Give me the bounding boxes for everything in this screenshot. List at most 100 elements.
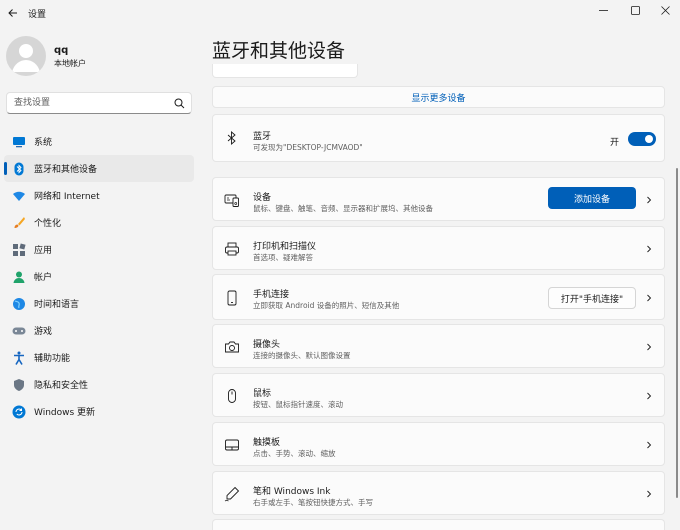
sidebar-item-apps[interactable]: 应用 bbox=[4, 236, 194, 263]
accessibility-icon bbox=[12, 351, 26, 365]
sidebar-item-label: 游戏 bbox=[34, 327, 53, 337]
sidebar-item-label: 个性化 bbox=[34, 219, 62, 229]
chevron-right-icon bbox=[647, 490, 652, 498]
touchpad-icon bbox=[224, 437, 240, 453]
title-bar: 设置 bbox=[0, 0, 680, 28]
chevron-right-icon bbox=[647, 392, 652, 400]
close-icon bbox=[660, 5, 670, 15]
card-subtitle: 按钮、鼠标指针速度、滚动 bbox=[253, 400, 343, 409]
sidebar-item-system[interactable]: 系统 bbox=[4, 128, 194, 155]
card-title: 打印机和扫描仪 bbox=[253, 242, 317, 252]
card-subtitle: 点击、手势、滚动、缩放 bbox=[253, 449, 336, 458]
scrollbar[interactable] bbox=[676, 168, 678, 498]
sidebar-item-label: 帐户 bbox=[34, 273, 53, 283]
sidebar-item-network[interactable]: 网络和 Internet bbox=[4, 182, 194, 209]
apps-icon bbox=[12, 242, 26, 257]
user-name: qq bbox=[54, 45, 69, 56]
gamepad-icon bbox=[12, 324, 26, 338]
minimize-icon bbox=[598, 9, 608, 11]
camera-icon bbox=[224, 339, 240, 355]
card-title: 设备 bbox=[253, 193, 272, 203]
bluetooth-icon bbox=[224, 130, 240, 146]
bluetooth-card: 蓝牙 可发现为"DESKTOP-JCMVAOD" 开 bbox=[212, 114, 665, 162]
card-subtitle: 鼠标、键盘、触笔、音频、显示器和扩展坞、其他设备 bbox=[253, 204, 433, 213]
sidebar-item-label: Windows 更新 bbox=[34, 408, 96, 418]
sidebar-item-label: 应用 bbox=[34, 246, 53, 256]
bluetooth-icon bbox=[12, 162, 26, 176]
toggle-state-label: 开 bbox=[610, 138, 620, 148]
sidebar-item-accessibility[interactable]: 辅助功能 bbox=[4, 344, 194, 371]
search-icon[interactable] bbox=[174, 98, 185, 109]
card-subtitle: 连接的摄像头、默认图像设置 bbox=[253, 351, 351, 360]
sidebar-item-personalization[interactable]: 个性化 bbox=[4, 209, 194, 236]
card-subtitle: 右手或左手、笔按钮快捷方式、手写 bbox=[253, 498, 373, 507]
person-icon bbox=[12, 44, 40, 72]
sidebar-item-label: 时间和语言 bbox=[34, 300, 80, 310]
bluetooth-toggle[interactable] bbox=[628, 132, 656, 146]
minimize-button[interactable] bbox=[588, 0, 618, 20]
chevron-right-icon bbox=[647, 294, 652, 302]
devices-card[interactable]: 设备 鼠标、键盘、触笔、音频、显示器和扩展坞、其他设备 添加设备 bbox=[212, 177, 665, 221]
card-title: 鼠标 bbox=[253, 389, 272, 399]
phone-link-card[interactable]: 手机连接 立即获取 Android 设备的照片、短信及其他 打开"手机连接" bbox=[212, 274, 665, 320]
chevron-right-icon bbox=[647, 441, 652, 449]
chevron-right-icon bbox=[647, 245, 652, 253]
close-button[interactable] bbox=[650, 0, 680, 20]
sidebar-item-label: 隐私和安全性 bbox=[34, 381, 89, 391]
back-button[interactable] bbox=[4, 4, 22, 22]
pen-ink-card[interactable]: 笔和 Windows Ink 右手或左手、笔按钮快捷方式、手写 bbox=[212, 471, 665, 515]
sidebar-nav: 系统 蓝牙和其他设备 网络和 Internet 个性化 应用 帐户 时间和语言 … bbox=[4, 128, 194, 425]
sidebar-item-label: 系统 bbox=[34, 138, 53, 148]
touchpad-card[interactable]: 触摸板 点击、手势、滚动、缩放 bbox=[212, 422, 665, 466]
sidebar-item-gaming[interactable]: 游戏 bbox=[4, 317, 194, 344]
printers-card[interactable]: 打印机和扫描仪 首选项、疑难解答 bbox=[212, 226, 665, 270]
card-subtitle: 可发现为"DESKTOP-JCMVAOD" bbox=[253, 143, 363, 152]
mouse-card[interactable]: 鼠标 按钮、鼠标指针速度、滚动 bbox=[212, 373, 665, 417]
brush-icon bbox=[12, 216, 26, 230]
arrow-left-icon bbox=[8, 9, 17, 17]
show-more-devices-link[interactable]: 显示更多设备 bbox=[212, 86, 665, 108]
window-title: 设置 bbox=[28, 10, 47, 20]
account-type: 本地帐户 bbox=[54, 59, 86, 68]
chevron-right-icon bbox=[647, 196, 652, 204]
user-profile[interactable]: qq 本地帐户 bbox=[6, 36, 196, 78]
page-title: 蓝牙和其他设备 bbox=[212, 40, 346, 62]
card-title: 手机连接 bbox=[253, 290, 290, 300]
sidebar-item-privacy[interactable]: 隐私和安全性 bbox=[4, 371, 194, 398]
card-subtitle: 首选项、疑难解答 bbox=[253, 253, 313, 262]
card-title: 触摸板 bbox=[253, 438, 281, 448]
card-title: 蓝牙 bbox=[253, 132, 272, 142]
monitor-icon bbox=[12, 135, 26, 149]
sidebar-item-time-language[interactable]: 时间和语言 bbox=[4, 290, 194, 317]
mouse-icon bbox=[224, 388, 240, 404]
maximize-button[interactable] bbox=[620, 0, 650, 20]
search-box[interactable] bbox=[6, 92, 192, 114]
add-device-button[interactable]: 添加设备 bbox=[548, 187, 636, 209]
devices-icon bbox=[224, 192, 240, 208]
device-card-partial bbox=[212, 64, 358, 78]
globe-icon bbox=[12, 297, 26, 311]
pen-icon bbox=[224, 486, 240, 502]
sidebar-item-windows-update[interactable]: Windows 更新 bbox=[4, 398, 194, 425]
avatar bbox=[6, 36, 46, 76]
printer-icon bbox=[224, 241, 240, 257]
phone-icon bbox=[224, 290, 240, 306]
shield-icon bbox=[12, 378, 26, 392]
sidebar-item-label: 蓝牙和其他设备 bbox=[34, 165, 98, 175]
sidebar-item-label: 辅助功能 bbox=[34, 354, 71, 364]
card-subtitle: 立即获取 Android 设备的照片、短信及其他 bbox=[253, 301, 400, 310]
sidebar-item-accounts[interactable]: 帐户 bbox=[4, 263, 194, 290]
sidebar-item-bluetooth[interactable]: 蓝牙和其他设备 bbox=[4, 155, 194, 182]
card-title: 摄像头 bbox=[253, 340, 281, 350]
card-title: 笔和 Windows Ink bbox=[253, 487, 331, 497]
next-card-partial bbox=[212, 519, 665, 530]
camera-card[interactable]: 摄像头 连接的摄像头、默认图像设置 bbox=[212, 324, 665, 368]
maximize-icon bbox=[630, 5, 640, 15]
chevron-right-icon bbox=[647, 343, 652, 351]
wifi-icon bbox=[12, 189, 26, 203]
update-icon bbox=[12, 405, 26, 419]
search-input[interactable] bbox=[14, 96, 164, 110]
open-phone-link-button[interactable]: 打开"手机连接" bbox=[548, 287, 636, 309]
sidebar-item-label: 网络和 Internet bbox=[34, 192, 100, 202]
person-icon bbox=[12, 270, 26, 284]
